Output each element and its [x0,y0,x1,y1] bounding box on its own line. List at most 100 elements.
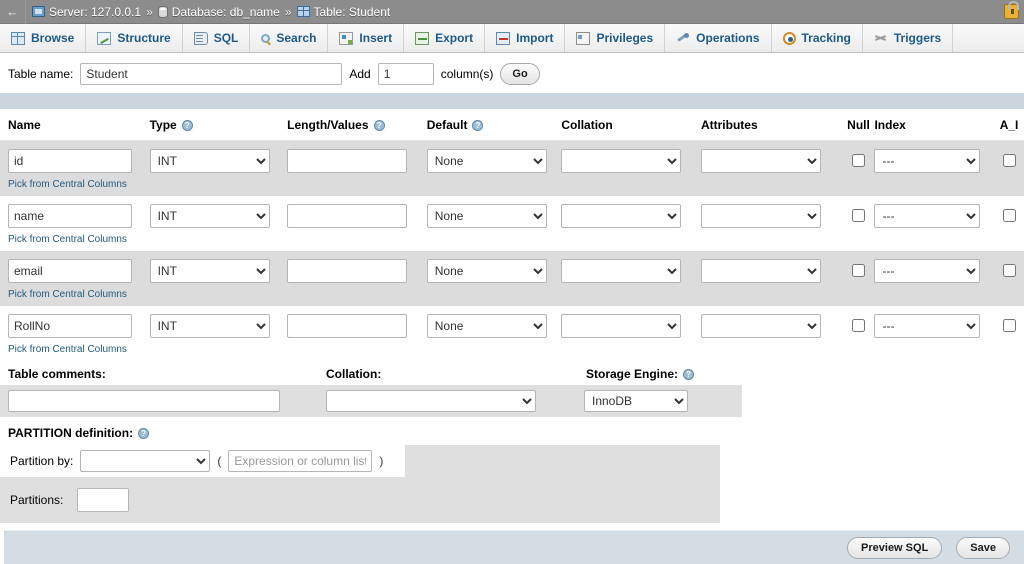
partition-close-paren: ) [379,454,384,468]
column-length-input[interactable] [287,149,408,173]
column-length-cell [287,314,427,338]
go-button[interactable]: Go [500,63,540,85]
help-icon-partition[interactable]: ? [138,428,150,440]
sql-icon [193,31,208,45]
partition-by-select[interactable]: RANGELISTHASHKEY [80,450,211,472]
breadcrumb-bar: ← Server: 127.0.0.1 » Database: db_name … [0,0,1024,24]
column-auto-increment-checkbox[interactable] [1002,154,1016,167]
column-attributes-select[interactable] [700,259,821,283]
column-null-checkbox[interactable] [852,319,865,332]
table-name-label: Table name: [8,67,74,81]
triggers-icon [874,32,888,45]
add-columns-input[interactable] [377,63,434,85]
storage-engine-select[interactable]: InnoDBMyISAMMEMORYCSV [584,390,688,412]
column-null-checkbox[interactable] [852,154,865,167]
column-collation-select[interactable] [561,149,682,173]
column-attributes-select[interactable] [700,149,821,173]
column-type-select[interactable]: INTVARCHARTEXTDATE [149,314,270,338]
tab-browse-label: Browse [31,31,75,45]
column-index-select[interactable]: ---PRIMARYUNIQUEINDEXFULLTEXTSPATIAL [874,204,981,228]
tab-triggers[interactable]: Triggers [863,24,954,52]
preview-sql-button[interactable]: Preview SQL [847,536,943,559]
column-collation-select[interactable] [561,314,682,338]
tab-privileges[interactable]: Privileges [565,24,666,52]
tab-export[interactable]: Export [404,24,486,52]
column-index-cell: ---PRIMARYUNIQUEINDEXFULLTEXTSPATIAL [874,314,994,338]
tab-tracking[interactable]: Tracking [772,24,863,52]
help-icon-storage-engine[interactable]: ? [683,369,695,381]
breadcrumb-item-database[interactable]: Database: db_name [157,5,280,19]
section-divider-band [0,93,1024,109]
partitions-count-row: Partitions: [0,477,720,523]
tab-tracking-label: Tracking [801,31,851,45]
table-name-input[interactable] [80,63,343,85]
partitions-input[interactable] [77,488,130,512]
lock-icon[interactable] [1004,1,1019,19]
column-name-cell: Pick from Central Columns [8,204,150,245]
column-default-cell: NoneAs defined:NULLCURRENT_TIMESTAMP [426,204,562,228]
back-button[interactable]: ← [0,0,26,24]
header-name: Name [8,117,41,132]
column-default-cell: NoneAs defined:NULLCURRENT_TIMESTAMP [426,149,562,173]
tab-operations[interactable]: Operations [665,24,772,52]
column-collation-cell [561,149,701,173]
column-index-select[interactable]: ---PRIMARYUNIQUEINDEXFULLTEXTSPATIAL [874,314,981,338]
table-comments-input[interactable] [8,390,280,412]
column-name-input[interactable] [8,149,132,173]
column-type-cell: INTVARCHARTEXTDATE [149,204,288,228]
tab-browse[interactable]: Browse [0,24,87,52]
column-auto-increment-checkbox[interactable] [1002,264,1016,277]
column-null-checkbox[interactable] [852,209,865,222]
column-index-cell: ---PRIMARYUNIQUEINDEXFULLTEXTSPATIAL [874,259,994,283]
column-length-input[interactable] [287,314,408,338]
pick-from-central-columns-link[interactable]: Pick from Central Columns [8,179,150,190]
tab-structure[interactable]: Structure [86,24,183,52]
column-attributes-select[interactable] [700,314,821,338]
save-button[interactable]: Save [956,536,1010,559]
header-index: Index [874,117,906,132]
header-default: Default? [427,118,562,132]
column-length-input[interactable] [287,259,408,283]
column-default-select[interactable]: NoneAs defined:NULLCURRENT_TIMESTAMP [426,314,547,338]
help-icon-type[interactable]: ? [181,119,193,131]
column-type-select[interactable]: INTVARCHARTEXTDATE [149,204,270,228]
breadcrumb-item-table[interactable]: Table: Student [296,4,391,19]
column-name-input[interactable] [8,204,132,228]
column-type-select[interactable]: INTVARCHARTEXTDATE [149,149,270,173]
column-auto-increment-checkbox[interactable] [1002,319,1016,332]
pick-from-central-columns-link[interactable]: Pick from Central Columns [8,344,150,355]
table-collation-select[interactable] [326,390,536,412]
tab-insert[interactable]: Insert [328,24,405,52]
tab-sql[interactable]: SQL [183,24,251,52]
column-attributes-cell [700,314,843,338]
breadcrumb: Server: 127.0.0.1 » Database: db_name » … [26,5,390,19]
column-length-cell [287,149,427,173]
help-icon-length[interactable]: ? [373,119,385,131]
column-auto-increment-checkbox[interactable] [1002,209,1016,222]
column-name-input[interactable] [8,259,132,283]
column-index-select[interactable]: ---PRIMARYUNIQUEINDEXFULLTEXTSPATIAL [874,149,981,173]
column-collation-select[interactable] [561,204,682,228]
column-null-checkbox[interactable] [852,264,865,277]
column-row: Pick from Central Columns INTVARCHARTEXTD… [0,196,1024,251]
column-default-select[interactable]: NoneAs defined:NULLCURRENT_TIMESTAMP [426,149,547,173]
tab-import-label: Import [516,31,554,45]
breadcrumb-table-label: Table: Student [313,4,391,19]
partition-expression-input[interactable] [228,450,373,472]
column-type-select[interactable]: INTVARCHARTEXTDATE [149,259,270,283]
tab-triggers-label: Triggers [893,31,942,45]
column-default-select[interactable]: NoneAs defined:NULLCURRENT_TIMESTAMP [426,259,547,283]
tab-search[interactable]: Search [250,24,329,52]
column-collation-select[interactable] [561,259,682,283]
column-index-select[interactable]: ---PRIMARYUNIQUEINDEXFULLTEXTSPATIAL [874,259,981,283]
tab-import[interactable]: Import [485,24,566,52]
pick-from-central-columns-link[interactable]: Pick from Central Columns [8,289,150,300]
column-attributes-select[interactable] [700,204,821,228]
breadcrumb-item-server[interactable]: Server: 127.0.0.1 [32,5,141,19]
help-icon-default[interactable]: ? [472,119,484,131]
column-length-input[interactable] [287,204,408,228]
pick-from-central-columns-link[interactable]: Pick from Central Columns [8,234,150,245]
column-default-select[interactable]: NoneAs defined:NULLCURRENT_TIMESTAMP [426,204,547,228]
column-attributes-cell [700,149,843,173]
column-name-input[interactable] [8,314,132,338]
